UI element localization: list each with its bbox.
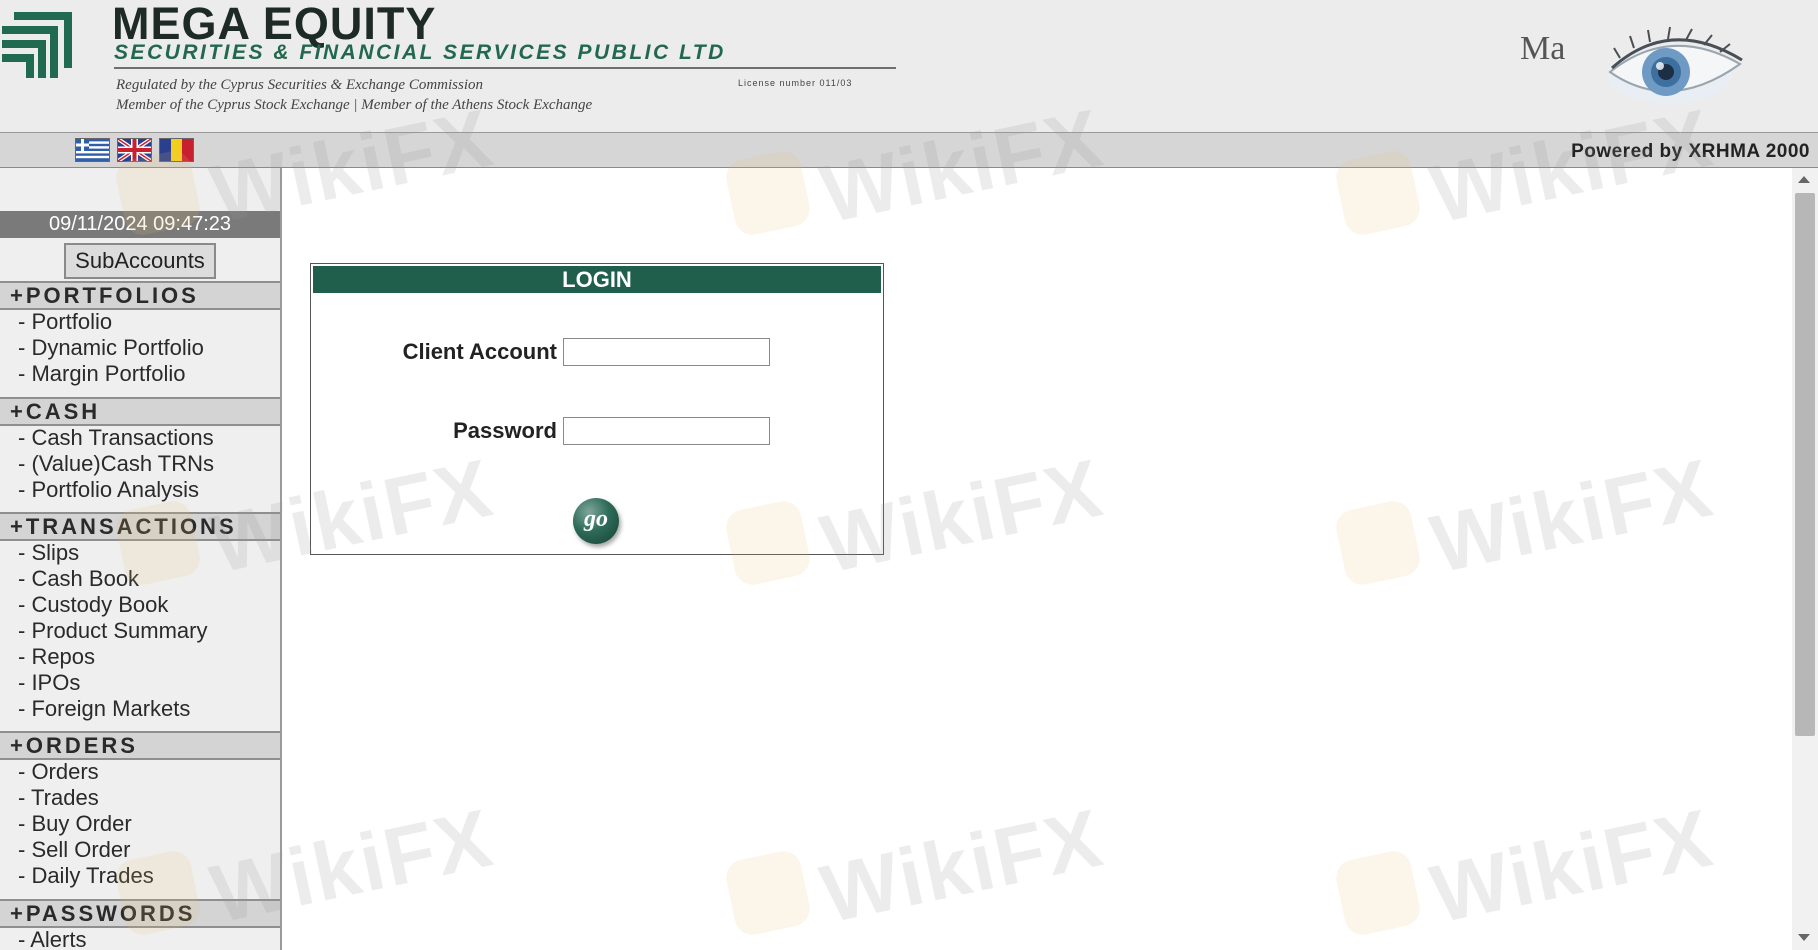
romanian-flag-icon[interactable]	[159, 138, 194, 162]
regulated-text: Regulated by the Cyprus Securities & Exc…	[116, 77, 484, 93]
brand-subtitle: SECURITIES & FINANCIAL SERVICES PUBLIC L…	[114, 41, 726, 64]
nav-orders[interactable]: - Orders	[18, 759, 99, 785]
nav-dynamic-portfolio[interactable]: - Dynamic Portfolio	[18, 335, 204, 361]
nav-foreign-markets[interactable]: - Foreign Markets	[18, 696, 190, 722]
nav-custody-book[interactable]: - Custody Book	[18, 592, 168, 618]
uk-flag-icon[interactable]	[117, 138, 152, 162]
login-title: LOGIN	[313, 266, 881, 293]
nav-trades[interactable]: - Trades	[18, 785, 99, 811]
nav-portfolio-analysis[interactable]: - Portfolio Analysis	[18, 477, 199, 503]
greek-flag-icon[interactable]	[75, 138, 110, 162]
brand-divider	[114, 67, 896, 69]
vertical-scrollbar[interactable]	[1792, 168, 1818, 950]
ma-text: Ma	[1520, 30, 1566, 67]
nav-value-cash-trns[interactable]: - (Value)Cash TRNs	[18, 451, 214, 477]
nav-sell-order[interactable]: - Sell Order	[18, 837, 130, 863]
section-portfolios[interactable]: +PORTFOLIOS	[0, 281, 280, 310]
section-orders[interactable]: +ORDERS	[0, 731, 280, 760]
scroll-thumb[interactable]	[1795, 193, 1815, 736]
nav-ipos[interactable]: - IPOs	[18, 670, 80, 696]
login-panel: LOGIN Client Account Password go	[310, 263, 884, 555]
scroll-up-arrow-icon[interactable]	[1798, 176, 1810, 183]
site-header: MEGA EQUITY SECURITIES & FINANCIAL SERVI…	[0, 0, 1818, 134]
nav-product-summary[interactable]: - Product Summary	[18, 618, 208, 644]
password-label: Password	[453, 418, 557, 443]
main-content: LOGIN Client Account Password go	[282, 168, 1792, 950]
scroll-down-arrow-icon[interactable]	[1798, 934, 1810, 941]
datetime-display: 09/11/2024 09:47:23	[0, 211, 280, 238]
subaccounts-button[interactable]: SubAccounts	[64, 243, 216, 279]
nav-buy-order[interactable]: - Buy Order	[18, 811, 132, 837]
nav-portfolio[interactable]: - Portfolio	[18, 309, 112, 335]
company-logo-icon	[2, 6, 80, 78]
sidebar: 09/11/2024 09:47:23 SubAccounts +PORTFOL…	[0, 168, 282, 950]
nav-daily-trades[interactable]: - Daily Trades	[18, 863, 154, 889]
powered-by-text: Powered by XRHMA 2000	[1571, 141, 1810, 162]
client-account-input[interactable]	[563, 338, 770, 366]
client-account-label: Client Account	[402, 339, 557, 364]
language-bar: Powered by XRHMA 2000	[0, 133, 1818, 168]
password-input[interactable]	[563, 417, 770, 445]
section-transactions[interactable]: +TRANSACTIONS	[0, 512, 280, 541]
nav-margin-portfolio[interactable]: - Margin Portfolio	[18, 361, 186, 387]
section-cash[interactable]: +CASH	[0, 397, 280, 426]
nav-alerts[interactable]: - Alerts	[18, 927, 86, 950]
nav-cash-transactions[interactable]: - Cash Transactions	[18, 425, 214, 451]
nav-repos[interactable]: - Repos	[18, 644, 95, 670]
eye-icon	[1608, 26, 1743, 104]
member-text: Member of the Cyprus Stock Exchange | Me…	[116, 97, 593, 113]
nav-slips[interactable]: - Slips	[18, 540, 79, 566]
section-passwords[interactable]: +PASSWORDS	[0, 899, 280, 928]
go-button[interactable]: go	[573, 498, 619, 544]
license-text: License number 011/03	[738, 78, 853, 88]
nav-cash-book[interactable]: - Cash Book	[18, 566, 139, 592]
